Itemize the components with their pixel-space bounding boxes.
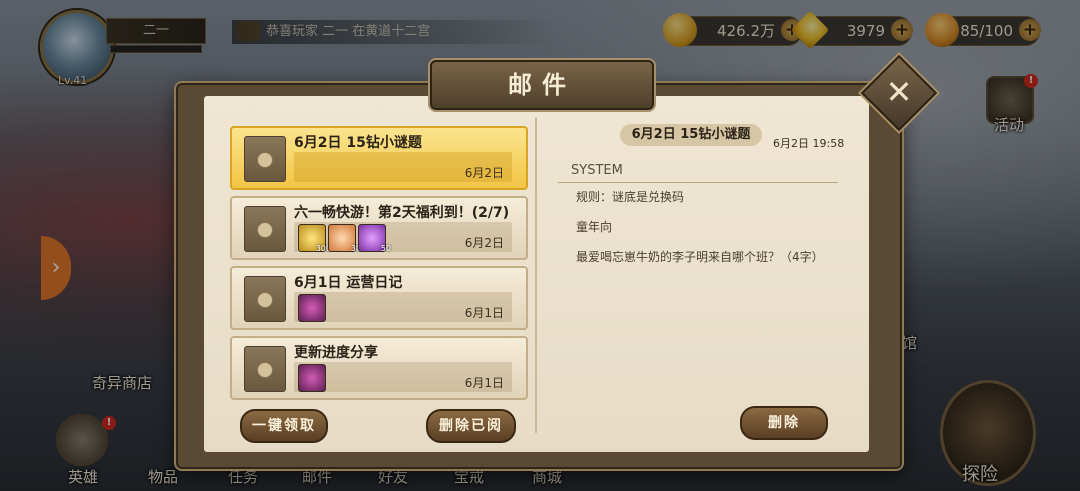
delete-button[interactable]: 删除 bbox=[740, 406, 828, 440]
delete-read-button[interactable]: 删除已阅 bbox=[426, 409, 516, 443]
sender-divider bbox=[558, 182, 838, 183]
detail-body-line: 最爱喝忘崽牛奶的李子明来自哪个班？（4字） bbox=[576, 250, 824, 264]
mail-subject: 6月1日 运营日记 bbox=[294, 275, 403, 291]
book-item-icon[interactable] bbox=[298, 364, 326, 392]
envelope-icon bbox=[244, 136, 286, 182]
potion-item-icon[interactable]: 50 bbox=[358, 224, 391, 253]
book-item-icon[interactable] bbox=[298, 294, 326, 322]
envelope-icon bbox=[244, 206, 286, 252]
close-icon[interactable]: ✕ bbox=[872, 66, 926, 120]
detail-title: 6月2日 15钻小谜题 bbox=[620, 124, 762, 146]
mail-date: 6月2日 bbox=[464, 166, 504, 180]
claim-all-button[interactable]: 一键领取 bbox=[240, 409, 328, 443]
envelope-icon bbox=[244, 276, 286, 322]
detail-body-line: 童年向 bbox=[576, 220, 613, 234]
mail-date: 6月1日 bbox=[464, 306, 504, 320]
detail-body-line: 规则：谜底是兑换码 bbox=[576, 190, 685, 204]
panel-title: 邮件 bbox=[430, 60, 654, 110]
mail-item-selected[interactable]: 6月2日 15钻小谜题 6月2日 bbox=[230, 126, 528, 190]
mail-date: 6月2日 bbox=[464, 236, 504, 250]
mail-subject: 6月2日 15钻小谜题 bbox=[294, 135, 422, 151]
scroll-item-icon[interactable]: 30 bbox=[328, 224, 361, 253]
item-count: 50 bbox=[380, 244, 391, 253]
mail-date: 6月1日 bbox=[464, 376, 504, 390]
mail-item[interactable]: 6月1日 运营日记 6月1日 bbox=[230, 266, 528, 330]
envelope-icon bbox=[244, 346, 286, 392]
panel-divider bbox=[535, 118, 537, 433]
mail-subject: 更新进度分享 bbox=[294, 345, 378, 361]
detail-sender: SYSTEM bbox=[571, 163, 623, 178]
mail-subject: 六一畅快游！第2天福利到！(2/7) bbox=[294, 205, 510, 221]
mail-item[interactable]: 六一畅快游！第2天福利到！(2/7) 300 30 50 6月2日 bbox=[230, 196, 528, 260]
gem-item-icon[interactable]: 300 bbox=[298, 224, 331, 253]
mail-item[interactable]: 更新进度分享 6月1日 bbox=[230, 336, 528, 400]
detail-timestamp: 6月2日 19:58 bbox=[773, 137, 845, 150]
